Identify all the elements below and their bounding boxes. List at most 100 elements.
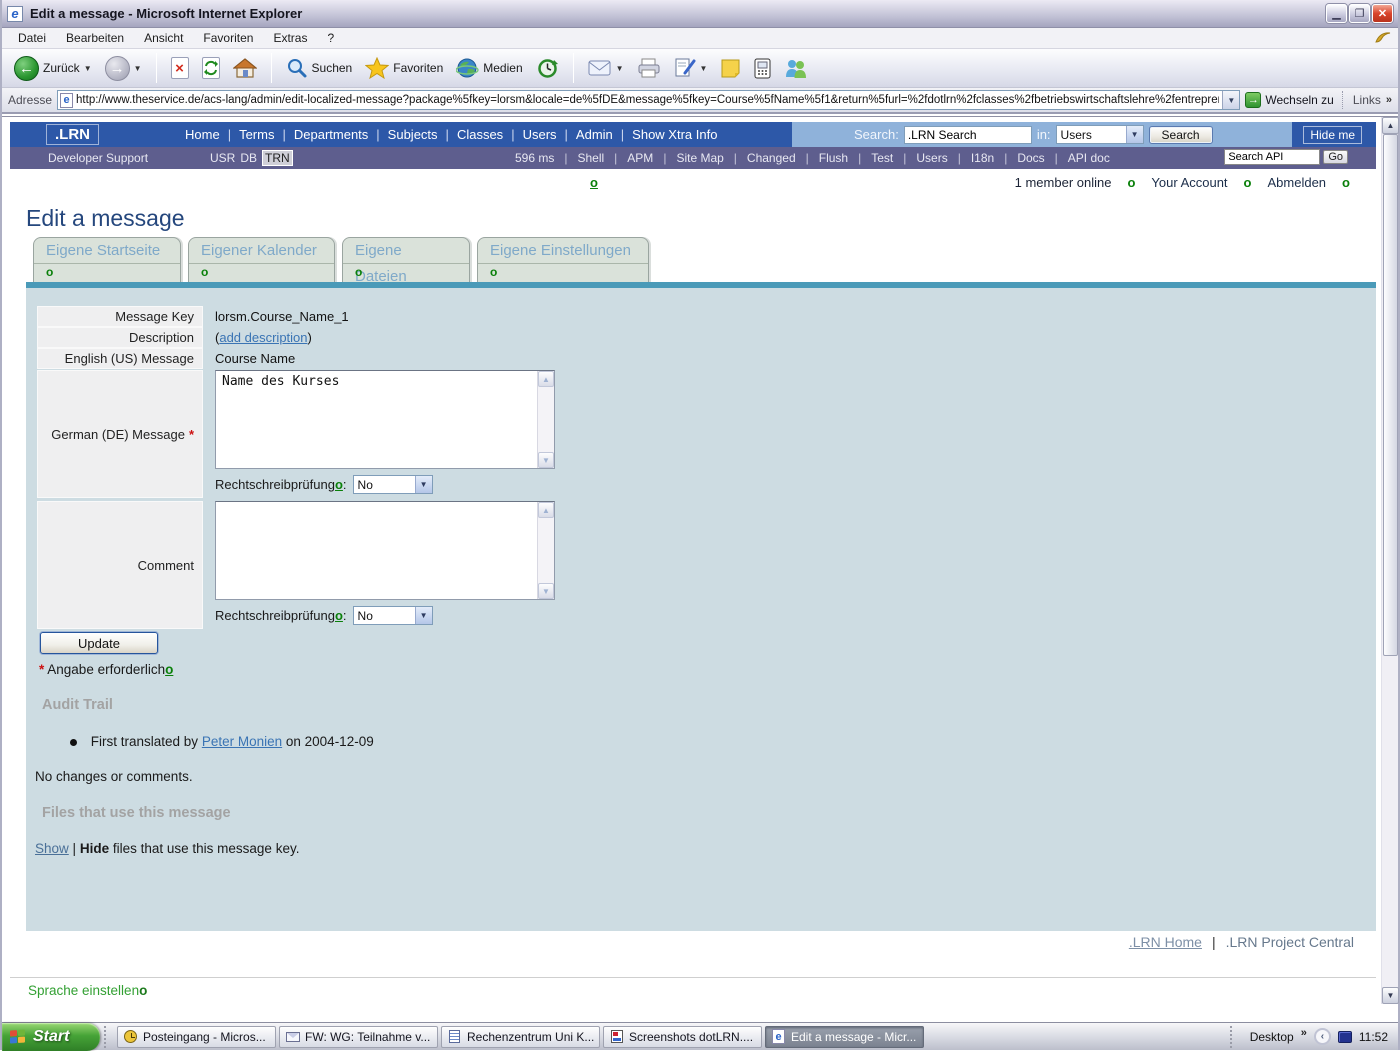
add-description-link[interactable]: add description — [219, 330, 307, 345]
display-tray-icon[interactable] — [1338, 1031, 1352, 1043]
devlink-i18n[interactable]: I18n — [966, 151, 1012, 165]
menu-favoriten[interactable]: Favoriten — [193, 29, 263, 47]
forward-dropdown-icon[interactable]: ▼ — [134, 64, 142, 73]
nav-show-xtra-info[interactable]: Show Xtra Info — [628, 127, 721, 142]
german-message-textarea[interactable]: Name des Kurses ▲ ▼ — [215, 370, 555, 469]
close-button[interactable]: ✕ — [1372, 4, 1393, 23]
update-button[interactable]: Update — [40, 632, 158, 654]
api-search-input[interactable] — [1224, 149, 1320, 165]
mode-trn-active[interactable]: TRN — [262, 150, 293, 166]
comment-textarea[interactable]: ▲ ▼ — [215, 501, 555, 600]
show-link[interactable]: Show — [35, 841, 69, 856]
search-button-toolbar[interactable]: Suchen — [282, 55, 357, 81]
devlink-test[interactable]: Test — [866, 151, 911, 165]
task-screenshots[interactable]: Screenshots dotLRN.... — [603, 1026, 762, 1048]
textarea-scrollbar[interactable]: ▲ ▼ — [537, 371, 554, 468]
history-button[interactable] — [532, 55, 563, 82]
links-label[interactable]: Links — [1353, 93, 1381, 107]
lrn-logo[interactable]: .LRN — [46, 124, 99, 145]
menu-extras[interactable]: Extras — [263, 29, 317, 47]
home-button[interactable] — [229, 55, 261, 81]
nav-classes[interactable]: Classes — [453, 127, 519, 142]
edit-button[interactable]: ▼ — [670, 55, 712, 81]
devlink-changed[interactable]: Changed — [742, 151, 814, 165]
lrn-search-input[interactable] — [904, 126, 1032, 144]
restore-button[interactable]: ❐ — [1349, 4, 1370, 23]
lrn-home-link[interactable]: .LRN Home — [1129, 934, 1202, 950]
translate-o-link[interactable]: o — [1244, 175, 1252, 190]
back-button[interactable]: ← Zurück ▼ — [10, 54, 96, 83]
scroll-up-icon[interactable]: ▲ — [538, 371, 554, 387]
tab-eigene-einstellungen[interactable]: Eigene Einstellungen o — [477, 237, 649, 283]
translate-o-link[interactable]: o — [335, 608, 343, 623]
search-scope-select[interactable]: Users ▼ — [1056, 125, 1144, 144]
translate-o-link[interactable]: o — [355, 265, 362, 279]
devlink-sitemap[interactable]: Site Map — [671, 151, 741, 165]
lrn-search-button[interactable]: Search — [1149, 126, 1213, 144]
chevron-right-icon[interactable]: » — [1301, 1027, 1307, 1039]
set-language-link[interactable]: Sprache einstelleno — [28, 983, 147, 998]
menu-help[interactable]: ? — [317, 29, 344, 47]
textarea-scrollbar[interactable]: ▲ ▼ — [537, 502, 554, 599]
devlink-flush[interactable]: Flush — [814, 151, 866, 165]
devlink-apm[interactable]: APM — [622, 151, 671, 165]
stop-button[interactable]: × — [167, 55, 193, 81]
scroll-down-button[interactable]: ▼ — [1382, 987, 1399, 1004]
menu-bearbeiten[interactable]: Bearbeiten — [56, 29, 134, 47]
nav-home[interactable]: Home — [181, 127, 235, 142]
task-mail-item[interactable]: FW: WG: Teilnahme v... — [279, 1026, 438, 1048]
menu-datei[interactable]: Datei — [8, 29, 56, 47]
nav-terms[interactable]: Terms — [235, 127, 290, 142]
scroll-down-icon[interactable]: ▼ — [538, 452, 554, 468]
keypad-button[interactable] — [750, 56, 775, 81]
hide-me-link[interactable]: Hide me — [1303, 126, 1362, 144]
address-dropdown-icon[interactable]: ▼ — [1222, 91, 1239, 109]
api-go-button[interactable]: Go — [1323, 150, 1348, 164]
translate-o-link[interactable]: o — [490, 265, 497, 279]
devlink-users[interactable]: Users — [911, 151, 965, 165]
logout-link[interactable]: Abmelden — [1268, 175, 1327, 190]
go-button[interactable]: → Wechseln zu — [1245, 92, 1333, 108]
chevron-down-icon[interactable]: ▼ — [415, 476, 432, 493]
translate-o-link[interactable]: o — [165, 662, 173, 677]
scroll-up-icon[interactable]: ▲ — [538, 502, 554, 518]
user-link[interactable]: Peter Monien — [202, 734, 282, 749]
print-button[interactable] — [633, 56, 665, 81]
nav-users[interactable]: Users — [519, 127, 572, 142]
translate-o-link[interactable]: o — [1342, 175, 1350, 190]
edit-dropdown-icon[interactable]: ▼ — [700, 64, 708, 73]
vertical-scrollbar[interactable]: ▲ ▼ — [1381, 117, 1398, 1004]
mode-db[interactable]: DB — [240, 151, 257, 166]
translate-o-link[interactable]: o — [46, 265, 53, 279]
start-button[interactable]: Start — [2, 1023, 100, 1051]
your-account-link[interactable]: Your Account — [1151, 175, 1227, 190]
forward-button[interactable]: → ▼ — [101, 54, 146, 83]
translate-o-link[interactable]: o — [139, 983, 147, 998]
links-chevron-icon[interactable]: » — [1386, 94, 1392, 106]
scroll-down-icon[interactable]: ▼ — [538, 583, 554, 599]
back-dropdown-icon[interactable]: ▼ — [84, 64, 92, 73]
tab-eigene-dateien[interactable]: Eigene Dateien o — [342, 237, 470, 283]
chevron-down-icon[interactable]: ▼ — [1126, 126, 1143, 143]
scroll-up-button[interactable]: ▲ — [1382, 117, 1399, 134]
chevron-down-icon[interactable]: ▼ — [415, 607, 432, 624]
collapse-tray-button[interactable]: ‹ — [1314, 1028, 1331, 1045]
notes-button[interactable] — [716, 56, 745, 81]
devlink-docs[interactable]: Docs — [1012, 151, 1062, 165]
mode-usr[interactable]: USR — [210, 151, 235, 166]
translate-o-link[interactable]: o — [335, 477, 343, 492]
menu-ansicht[interactable]: Ansicht — [134, 29, 193, 47]
refresh-button[interactable] — [198, 55, 224, 81]
scrollbar-thumb[interactable] — [1383, 134, 1398, 656]
mail-button[interactable]: ▼ — [584, 57, 628, 79]
media-button[interactable]: Medien — [452, 55, 526, 82]
task-posteingang[interactable]: Posteingang - Micros... — [117, 1026, 276, 1048]
favorites-button[interactable]: Favoriten — [361, 55, 447, 81]
nav-admin[interactable]: Admin — [572, 127, 628, 142]
messenger-button[interactable] — [780, 56, 812, 81]
address-input[interactable] — [76, 94, 1219, 106]
task-edit-a-message-active[interactable]: e Edit a message - Micr... — [765, 1026, 924, 1048]
spellcheck-select[interactable]: No ▼ — [353, 606, 433, 625]
tab-eigener-kalender[interactable]: Eigener Kalender o — [188, 237, 335, 283]
mail-dropdown-icon[interactable]: ▼ — [616, 64, 624, 73]
